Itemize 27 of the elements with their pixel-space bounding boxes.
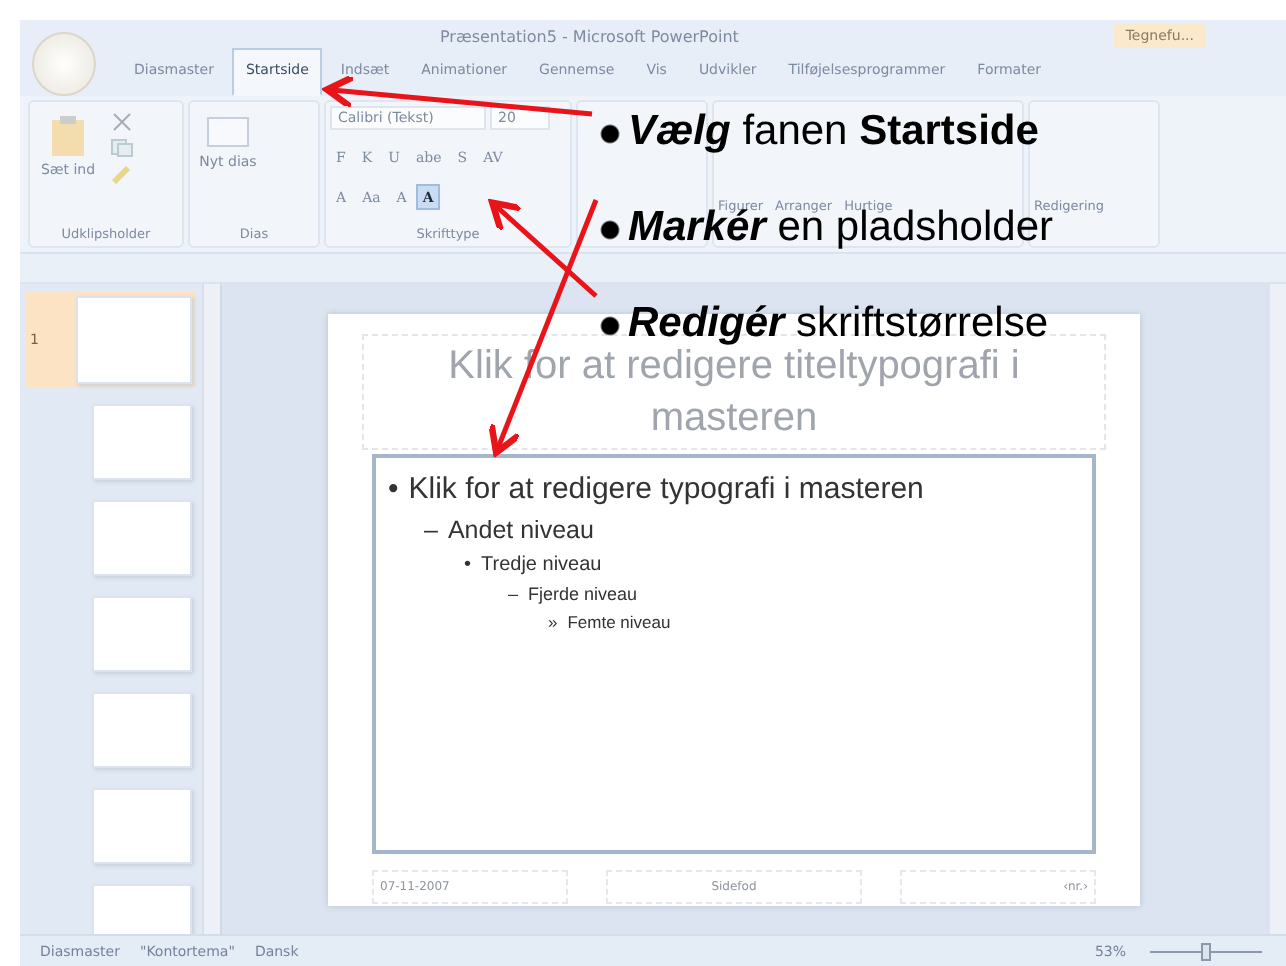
clipboard-icon <box>48 114 88 158</box>
window-title: Præsentation5 - Microsoft PowerPoint <box>440 27 739 45</box>
outline-text: Andet niveau <box>447 513 594 548</box>
slide-thumbnail[interactable] <box>92 788 192 864</box>
bullet-marker: • <box>388 469 399 509</box>
slide-thumbnail[interactable] <box>92 500 192 576</box>
copy-icon <box>110 138 134 158</box>
outline-text: Fjerde niveau <box>528 581 638 608</box>
outline-text: Femte niveau <box>567 609 671 636</box>
slide-thumbnail[interactable] <box>76 296 192 384</box>
bullet-marker: • <box>464 552 472 581</box>
content-placeholder[interactable]: • Klik for at redigere typografi i masteren – Andet niveau • Tredje niveau – Fjerde niveau » Femte niveau <box>372 453 1096 853</box>
slide-thumbnail[interactable] <box>92 404 192 480</box>
bullet-marker: – <box>508 581 519 608</box>
slide-thumbnail[interactable] <box>92 596 192 672</box>
bullet-marker: – <box>424 513 438 548</box>
brush-icon <box>110 164 134 184</box>
scrollbar[interactable] <box>1270 284 1286 934</box>
outline-text: Tredje niveau <box>481 552 602 581</box>
outline-text: Klik for at redigere typografi i masteren <box>408 469 924 509</box>
scissors-icon <box>110 112 134 132</box>
slide-icon <box>206 114 250 150</box>
office-button[interactable] <box>32 32 96 96</box>
zoom-slider[interactable] <box>1146 941 1266 961</box>
slide-thumbnail[interactable] <box>92 692 192 768</box>
bullet-marker: » <box>548 609 558 636</box>
scrollbar[interactable] <box>202 284 220 934</box>
